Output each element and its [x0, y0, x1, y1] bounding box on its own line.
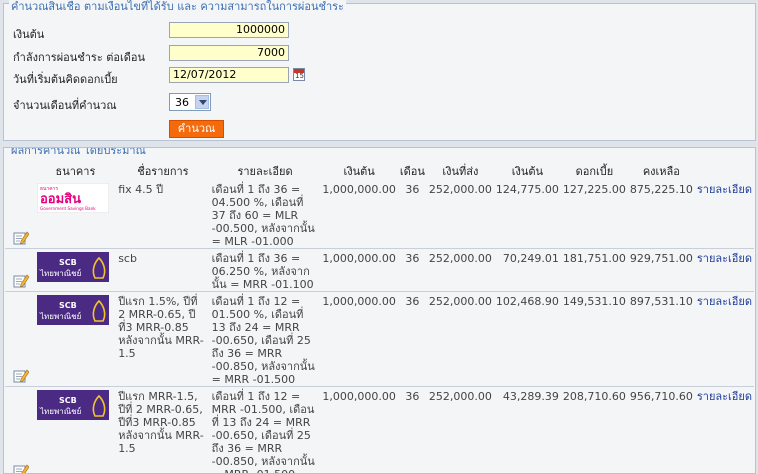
row-remaining: 956,710.60 — [627, 386, 695, 473]
col-paid: เงินที่ส่ง — [442, 165, 479, 178]
results-legend: ผลการคำนวณ โดยประมาณ — [9, 148, 148, 159]
scb-logo-subtext: ไทยพาณิชย์ — [39, 311, 81, 321]
start-date-input[interactable]: 12/07/2012 — [169, 67, 289, 83]
table-row: SCB ไทยพาณิชย์ scb เดือนที่ 1 ถึง 36 = 06… — [5, 248, 754, 292]
table-row: ธนาคาร ออมสิน Government Savings Bank fix … — [5, 180, 754, 249]
row-principal-paid: 124,775.00 — [493, 180, 561, 249]
detail-link[interactable]: รายละเอียด — [697, 295, 752, 308]
calendar-icon[interactable]: 15 — [293, 68, 305, 81]
results-panel: ผลการคำนวณ โดยประมาณ ธนาคาร ชื่อรายการ ร… — [3, 147, 756, 474]
col-interest: ดอกเบี้ย — [575, 165, 614, 178]
row-months: 36 — [397, 291, 427, 387]
col-remaining: คงเหลือ — [642, 165, 680, 178]
col-name: ชื่อรายการ — [137, 165, 189, 178]
start-date-label: วันที่เริ่มต้นคิดดอกเบี้ย — [13, 73, 118, 86]
scb-logo-subtext: ไทยพาณิชย์ — [39, 268, 81, 278]
col-detail: รายละเอียด — [237, 165, 293, 178]
detail-link[interactable]: รายละเอียด — [697, 252, 752, 265]
row-principal-paid: 70,249.01 — [493, 248, 561, 292]
chevron-down-icon[interactable] — [195, 95, 209, 109]
row-interest: 149,531.10 — [560, 291, 628, 387]
monthly-payment-input[interactable]: 7000 — [169, 45, 289, 61]
principal-input[interactable]: 1000000 — [169, 22, 289, 38]
gsb-logo-subtext: Government Savings Bank — [40, 206, 96, 211]
row-remaining: 875,225.10 — [627, 180, 695, 249]
edit-icon[interactable] — [13, 368, 29, 383]
row-remaining: 929,751.00 — [627, 248, 695, 292]
monthly-payment-label: กำลังการผ่อนชำระ ต่อเดือน — [13, 51, 145, 64]
months-select-value: 36 — [175, 96, 189, 109]
row-detail: เดือนที่ 1 ถึง 36 = 06.250 %, หลังจากนั้… — [209, 248, 321, 292]
row-paid: 252,000.00 — [426, 291, 494, 387]
scb-logo-text: SCB — [59, 396, 77, 405]
row-detail: เดือนที่ 1 ถึง 36 = 04.500 %, เดือนที่ 3… — [209, 180, 321, 249]
scb-logo: SCBไทยพาณิชย์ — [36, 390, 109, 420]
row-interest: 127,225.00 — [560, 180, 628, 249]
row-paid: 252,000.00 — [426, 386, 494, 473]
row-principal-paid: 43,289.39 — [493, 386, 561, 473]
row-principal: 1,000,000.00 — [320, 291, 398, 387]
scb-logo-text: SCB — [59, 301, 77, 310]
row-principal: 1,000,000.00 — [320, 180, 398, 249]
row-interest: 181,751.00 — [560, 248, 628, 292]
row-name: scb — [116, 248, 210, 292]
row-name: ปีแรก MRR-1.5, ปีที่ 2 MRR-0.65, ปีที่3 … — [116, 386, 210, 473]
row-detail: เดือนที่ 1 ถึง 12 = 01.500 %, เดือนที่ 1… — [209, 291, 321, 387]
principal-label: เงินต้น — [13, 28, 45, 41]
scb-logo: SCBไทยพาณิชย์ — [36, 252, 109, 282]
row-detail: เดือนที่ 1 ถึง 12 = MRR -01.500, เดือนที… — [209, 386, 321, 473]
results-table: ธนาคาร ชื่อรายการ รายละเอียด เงินต้น เดื… — [5, 162, 754, 474]
months-label: จำนวนเดือนที่คำนวณ — [13, 99, 117, 112]
col-bank: ธนาคาร — [55, 165, 96, 178]
calc-form-panel: คำนวณสินเชื่อ ตามเงื่อนไขที่ได้รับ และ ค… — [3, 0, 756, 141]
row-months: 36 — [397, 180, 427, 249]
row-months: 36 — [397, 248, 427, 292]
edit-icon[interactable] — [13, 230, 29, 245]
row-name: ปีแรก 1.5%, ปีที่ 2 MRR-0.65, ปีที่3 MRR… — [116, 291, 210, 387]
row-principal-paid: 102,468.90 — [493, 291, 561, 387]
months-select[interactable]: 36 — [169, 93, 211, 111]
calc-form-legend: คำนวณสินเชื่อ ตามเงื่อนไขที่ได้รับ และ ค… — [9, 0, 346, 15]
row-remaining: 897,531.10 — [627, 291, 695, 387]
row-months: 36 — [397, 386, 427, 473]
row-paid: 252,000.00 — [426, 248, 494, 292]
row-interest: 208,710.60 — [560, 386, 628, 473]
row-paid: 252,000.00 — [426, 180, 494, 249]
scb-logo: SCBไทยพาณิชย์ — [36, 295, 109, 325]
gsb-logo: ธนาคารออมสินGovernment Savings Bank — [36, 183, 109, 213]
table-row: SCB ไทยพาณิชย์ ปีแรก MRR-1.5, ปีที่ 2 MRR… — [5, 386, 754, 474]
row-principal: 1,000,000.00 — [320, 248, 398, 292]
calculate-button[interactable]: คำนวณ — [169, 120, 224, 138]
detail-link[interactable]: รายละเอียด — [697, 390, 752, 403]
gsb-logo-text: ออมสิน — [40, 192, 81, 207]
scb-logo-text: SCB — [59, 258, 77, 267]
results-header-row: ธนาคาร ชื่อรายการ รายละเอียด เงินต้น เดื… — [5, 162, 754, 180]
row-principal: 1,000,000.00 — [320, 386, 398, 473]
row-name: fix 4.5 ปี — [116, 180, 210, 249]
detail-link[interactable]: รายละเอียด — [697, 183, 752, 196]
col-principal: เงินต้น — [343, 165, 375, 178]
scb-logo-subtext: ไทยพาณิชย์ — [39, 406, 81, 416]
edit-icon[interactable] — [13, 273, 29, 288]
edit-icon[interactable] — [13, 463, 29, 474]
table-row: SCB ไทยพาณิชย์ ปีแรก 1.5%, ปีที่ 2 MRR-0.… — [5, 291, 754, 387]
col-months: เดือน — [399, 165, 425, 178]
col-principal-paid: เงินต้น — [511, 165, 544, 178]
